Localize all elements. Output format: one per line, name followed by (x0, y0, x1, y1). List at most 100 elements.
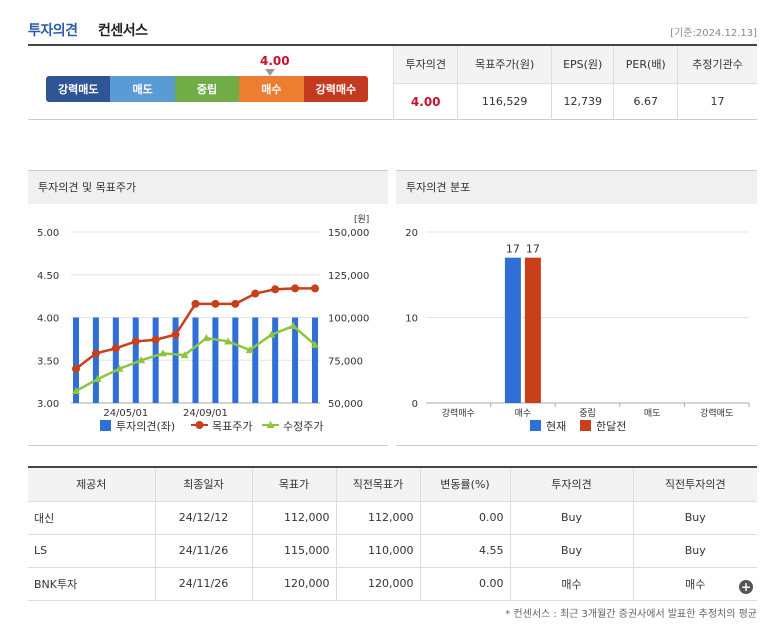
legend-marker-target (195, 421, 204, 429)
y-tick: 0 (412, 399, 418, 410)
panel-title: 투자의견 분포 (396, 170, 757, 204)
summary-table: 투자의견 목표주가(원) EPS(원) PER(배) 추정기관수 4.00 11… (392, 46, 757, 120)
cell-prev-target: 112,000 (335, 501, 420, 535)
x-tick: 강력매도 (700, 407, 733, 419)
table-row: BNK투자 24/11/26 120,000 120,000 0.00 매수 매수 (28, 567, 757, 601)
y-left-tick: 4.50 (37, 271, 59, 282)
gauge-segment-sell: 매도 (110, 76, 175, 102)
opinion-bar (192, 317, 199, 403)
gauge-segment-neutral: 중립 (174, 76, 240, 102)
opinion-distribution-chart: 20 10 0 강력매수 매수 17 17 중립 매도 강력매도현재 한달전 (405, 228, 750, 433)
cell-target: 112,000 (251, 501, 336, 535)
target-price-point (311, 284, 319, 293)
section-subtitle: 컨센서스 (98, 23, 148, 39)
opinion-bar (312, 317, 318, 403)
y-left-tick: 5.00 (37, 228, 59, 239)
opinion-bar (112, 317, 119, 403)
opinion-distribution-panel: 투자의견 분포 20 10 0 강력매수 매수 17 17 중립 매도 강력매도 현재 한달전 (396, 170, 757, 446)
cell-provider: BNK투자 (28, 567, 155, 601)
panel-title: 투자의견 및 목표주가 (28, 170, 388, 204)
summary-header-target: 목표주가(원) (457, 46, 552, 84)
col-provider: 제공처 (28, 467, 155, 502)
y-left-tick: 3.00 (37, 399, 59, 410)
cell-prev-opinion: Buy (632, 501, 757, 535)
cell-opinion: Buy (509, 501, 633, 535)
legend-label: 한달전 (596, 420, 626, 433)
target-price-point (171, 330, 180, 339)
opinion-bar (152, 317, 159, 403)
y-right-tick: 50,000 (328, 399, 363, 410)
section-header: 투자의견 컨센서스 [기준:2024.12.13] (28, 18, 757, 46)
cell-change-rate: 4.55 (419, 534, 510, 568)
legend-swatch-month-ago (580, 420, 591, 431)
cell-prev-target: 120,000 (335, 567, 420, 601)
gauge-segment-buy: 매수 (239, 76, 304, 102)
cell-change-rate: 0.00 (419, 567, 510, 601)
section-title: 투자의견 (28, 23, 78, 39)
summary-value-opinion: 4.00 (392, 83, 458, 120)
distribution-bar (504, 257, 521, 403)
col-last-date: 최종일자 (154, 467, 252, 502)
x-tick: 매도 (644, 408, 661, 419)
legend-label: 목표주가 (212, 420, 252, 433)
y-left-tick: 4.00 (37, 314, 59, 325)
cell-provider: 대신 (28, 501, 155, 535)
y-tick: 10 (405, 314, 418, 325)
target-price-point (231, 299, 240, 308)
consensus-summary: 4.00 강력매도 매도 중립 매수 강력매수 투자의견 목표주가(원) EPS… (28, 46, 757, 120)
table-row: LS 24/11/26 115,000 110,000 4.55 Buy Buy (28, 534, 757, 568)
footnote: * 컨센서스 : 최근 3개월간 증권사에서 발표한 추정치의 평균 (505, 609, 757, 620)
opinion-bar (232, 317, 239, 403)
x-tick: 매수 (515, 408, 532, 419)
y-tick: 20 (405, 228, 418, 239)
col-prev-target: 직전목표가 (335, 467, 420, 502)
cell-change-rate: 0.00 (419, 501, 510, 535)
summary-header-eps: EPS(원) (550, 46, 614, 84)
opinion-bar (92, 317, 99, 403)
base-date: [기준:2024.12.13] (670, 28, 757, 39)
target-price-point (211, 299, 220, 308)
target-price-point (291, 284, 300, 293)
distribution-bar (524, 257, 541, 403)
gauge-segment-strong-buy: 강력매수 (303, 76, 368, 102)
data-label: 17 (526, 243, 540, 256)
y-left-tick: 3.50 (37, 356, 59, 367)
cell-prev-target: 110,000 (335, 534, 420, 568)
cell-provider: LS (28, 534, 155, 568)
target-price-point (131, 337, 140, 346)
target-price-point (91, 349, 100, 358)
gauge-marker-icon (265, 69, 275, 76)
unit-label: [원] (354, 214, 369, 225)
legend-label: 현재 (546, 420, 566, 433)
cell-prev-opinion: Buy (632, 534, 757, 568)
target-price-point (251, 289, 260, 298)
opinion-bar (272, 317, 279, 403)
cell-prev-opinion: 매수 (632, 567, 757, 601)
target-price-point (111, 344, 120, 353)
summary-value-eps: 12,739 (550, 83, 614, 120)
table-row: 대신 24/12/12 112,000 112,000 0.00 Buy Buy (28, 501, 757, 535)
opinion-target-chart: 5.00 150,000 4.50 125,000 4.00 100,000 3.50 75,… (37, 214, 369, 433)
cell-last-date: 24/11/26 (154, 567, 252, 601)
opinion-gauge: 강력매도 매도 중립 매수 강력매수 (46, 76, 368, 102)
more-icon[interactable]: + (739, 580, 753, 594)
summary-value-count: 17 (677, 83, 757, 120)
opinion-bar (212, 317, 219, 403)
cell-last-date: 24/11/26 (154, 534, 252, 568)
x-tick: 중립 (579, 408, 596, 419)
broker-table: 제공처 최종일자 목표가 직전목표가 변동률(%) 투자의견 직전투자의견 대신… (28, 466, 757, 601)
col-prev-opinion: 직전투자의견 (632, 467, 757, 502)
legend-swatch-opinion (100, 420, 111, 431)
gauge-value: 4.00 (260, 54, 290, 68)
summary-header-count: 추정기관수 (677, 46, 757, 84)
cell-target: 120,000 (251, 567, 336, 601)
target-price-point (191, 299, 200, 308)
summary-value-target: 116,529 (457, 83, 552, 120)
data-label: 17 (506, 243, 520, 256)
target-price-point (72, 364, 80, 373)
col-target: 목표가 (251, 467, 336, 502)
cell-opinion: Buy (509, 534, 633, 568)
gauge-segment-strong-sell: 강력매도 (46, 76, 111, 102)
opinion-target-panel: 투자의견 및 목표주가 5.00 150,000 4.50 125,000 4.00 10… (28, 170, 388, 446)
summary-value-per: 6.67 (613, 83, 678, 120)
